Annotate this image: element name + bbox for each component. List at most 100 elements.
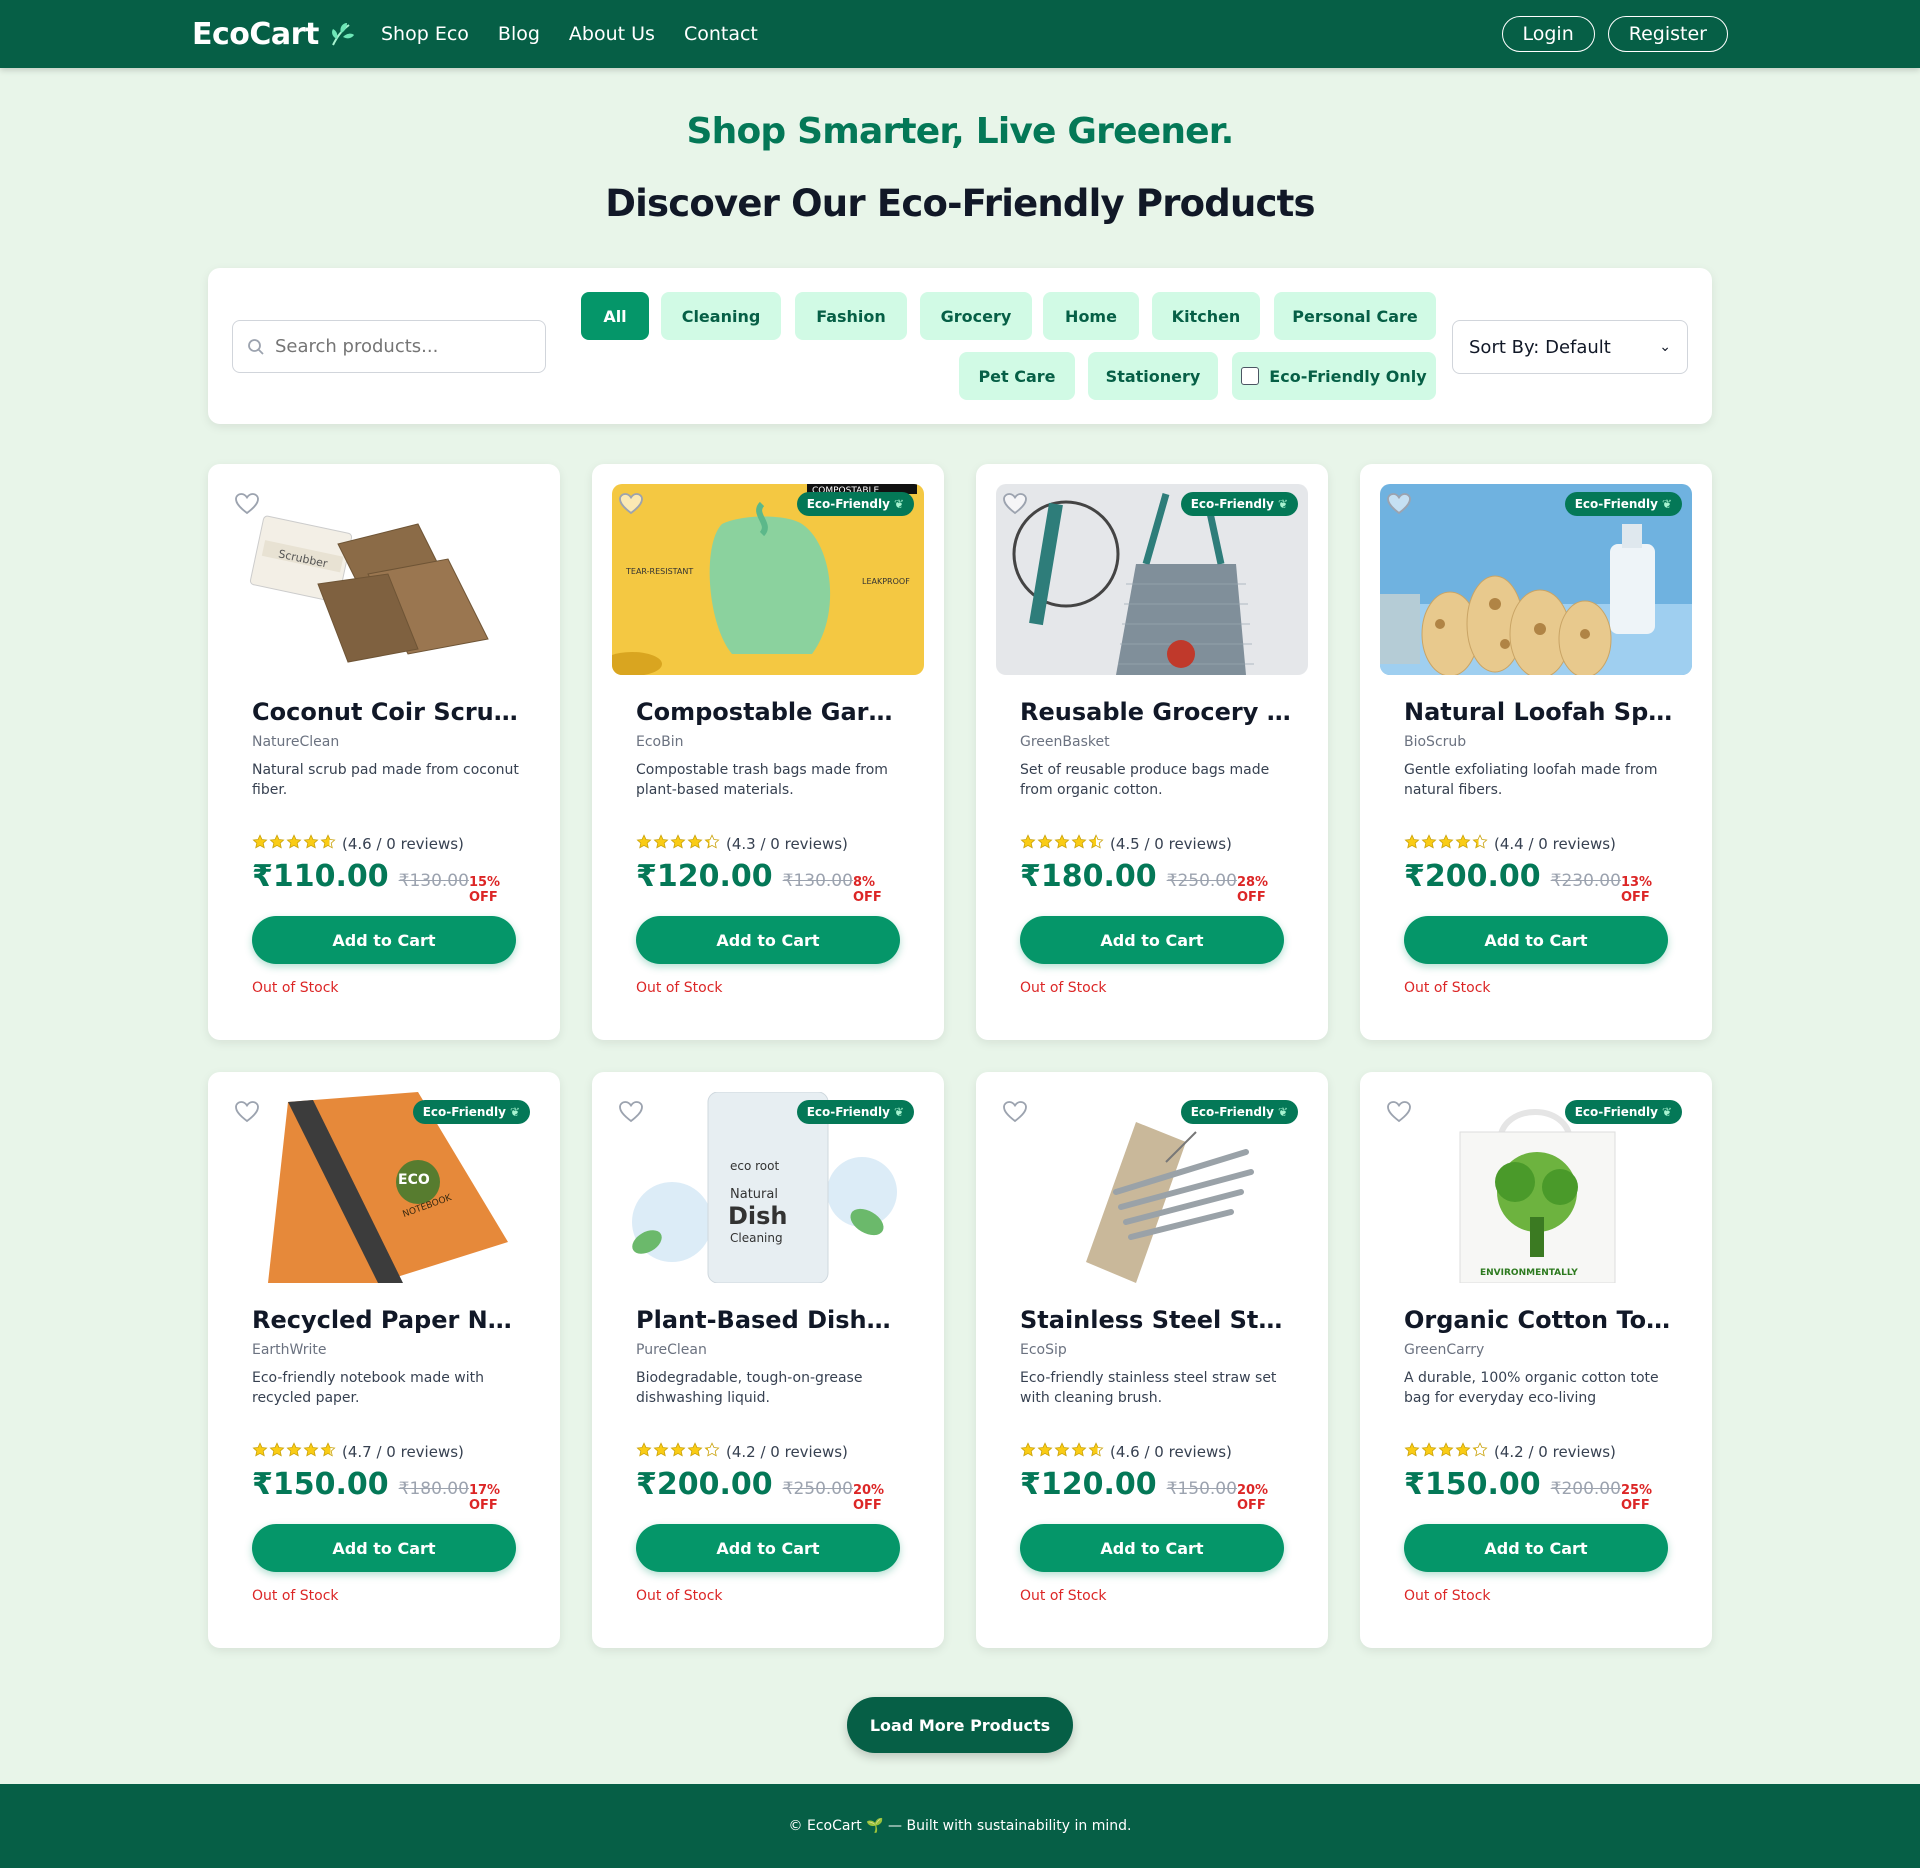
- category-chip-fashion[interactable]: Fashion: [795, 292, 907, 340]
- footer: © EcoCart 🌱 — Built with sustainability …: [0, 1784, 1920, 1868]
- star-icon: [704, 1442, 720, 1462]
- heart-icon[interactable]: [618, 1100, 644, 1124]
- product-card[interactable]: ECO NOTEBOOK Eco-Friendly ❦ Recycled Pape…: [208, 1072, 560, 1648]
- product-rating: (4.2 / 0 reviews): [636, 1442, 848, 1462]
- product-card[interactable]: Scrubber Coconut Coir Scrub ... NatureCl…: [208, 464, 560, 1040]
- product-name[interactable]: Natural Loofah Spon...: [1404, 698, 1676, 726]
- category-chip-home[interactable]: Home: [1043, 292, 1139, 340]
- heart-icon[interactable]: [1002, 492, 1028, 516]
- add-to-cart-button[interactable]: Add to Cart: [1020, 1524, 1284, 1572]
- product-name[interactable]: Compostable Garb...: [636, 698, 908, 726]
- star-icon: [704, 834, 720, 854]
- star-icon: [1421, 834, 1437, 854]
- product-rating: (4.4 / 0 reviews): [1404, 834, 1616, 854]
- product-brand: GreenBasket: [1020, 734, 1110, 750]
- product-brand: EcoBin: [636, 734, 684, 750]
- add-to-cart-button[interactable]: Add to Cart: [1020, 916, 1284, 964]
- heart-icon[interactable]: [1386, 1100, 1412, 1124]
- product-price: ₹200.00: [1404, 859, 1541, 894]
- leaf-icon: ❦: [509, 1105, 520, 1119]
- product-name[interactable]: Reusable Grocery M...: [1020, 698, 1292, 726]
- product-card[interactable]: Eco-Friendly ❦ Stainless Steel Stra... Ec…: [976, 1072, 1328, 1648]
- heart-icon[interactable]: [234, 1100, 260, 1124]
- category-chip-pet-care[interactable]: Pet Care: [959, 352, 1075, 400]
- product-brand: PureClean: [636, 1342, 707, 1358]
- eco-friendly-badge: Eco-Friendly ❦: [796, 492, 914, 516]
- svg-text:Natural: Natural: [730, 1187, 778, 1202]
- product-name[interactable]: Stainless Steel Stra...: [1020, 1306, 1292, 1334]
- category-chip-personal-care[interactable]: Personal Care: [1274, 292, 1436, 340]
- discount-badge: 20% OFF: [1236, 1483, 1269, 1513]
- category-chip-cleaning[interactable]: Cleaning: [661, 292, 781, 340]
- nav-blog[interactable]: Blog: [498, 20, 540, 48]
- add-to-cart-button[interactable]: Add to Cart: [1404, 916, 1668, 964]
- eco-only-checkbox[interactable]: [1241, 367, 1260, 385]
- product-price: ₹200.00: [636, 1467, 773, 1502]
- product-card[interactable]: eco root Natural Dish Cleaning Eco-Frien…: [592, 1072, 944, 1648]
- star-icon: [1404, 1442, 1420, 1462]
- product-price: ₹150.00: [1404, 1467, 1541, 1502]
- product-card[interactable]: Eco-Friendly ❦ Reusable Grocery M... Gree…: [976, 464, 1328, 1040]
- product-name[interactable]: Recycled Paper Not...: [252, 1306, 524, 1334]
- category-chip-all[interactable]: All: [581, 292, 649, 340]
- add-to-cart-button[interactable]: Add to Cart: [1404, 1524, 1668, 1572]
- nav-shop-eco[interactable]: Shop Eco: [381, 20, 469, 48]
- star-icon: [1455, 834, 1471, 854]
- add-to-cart-button[interactable]: Add to Cart: [636, 1524, 900, 1572]
- star-rating: [1404, 834, 1488, 854]
- eco-friendly-only-toggle[interactable]: Eco-Friendly Only: [1232, 352, 1436, 400]
- page-title: Discover Our Eco-Friendly Products: [605, 182, 1315, 225]
- hero-tagline: Shop Smarter, Live Greener.: [686, 111, 1235, 152]
- product-card[interactable]: Eco-Friendly❦ Natural Loofah Spon... Bio…: [1360, 464, 1712, 1040]
- star-icon: [1071, 834, 1087, 854]
- leaf-icon: ❦: [1277, 497, 1288, 511]
- star-icon: [1020, 1442, 1036, 1462]
- svg-text:Dish: Dish: [728, 1202, 788, 1230]
- add-to-cart-button[interactable]: Add to Cart: [252, 1524, 516, 1572]
- star-icon: [1020, 834, 1036, 854]
- brand-logo[interactable]: EcoCart: [192, 14, 357, 54]
- eco-badge-label: Eco-Friendly: [806, 497, 890, 511]
- discount-badge: 28% OFF: [1236, 875, 1269, 905]
- brand-name: EcoCart: [192, 16, 319, 52]
- product-card[interactable]: ENVIRONMENTALLY Eco-Friendly ❦ Organic Co…: [1360, 1072, 1712, 1648]
- product-name[interactable]: Organic Cotton Tote...: [1404, 1306, 1676, 1334]
- eco-friendly-badge: Eco-Friendly ❦: [1180, 492, 1298, 516]
- heart-icon[interactable]: [234, 492, 260, 516]
- search-input[interactable]: [275, 336, 535, 357]
- star-icon: [286, 834, 302, 854]
- add-to-cart-button[interactable]: Add to Cart: [252, 916, 516, 964]
- nav-about-us[interactable]: About Us: [569, 20, 655, 48]
- product-image[interactable]: Scrubber: [228, 484, 540, 675]
- stock-status: Out of Stock: [252, 1588, 339, 1604]
- eco-friendly-badge: Eco-Friendly ❦: [1564, 1100, 1682, 1124]
- add-to-cart-button[interactable]: Add to Cart: [636, 916, 900, 964]
- register-button[interactable]: Register: [1607, 16, 1728, 52]
- category-chip-kitchen[interactable]: Kitchen: [1152, 292, 1260, 340]
- star-icon: [1088, 834, 1104, 854]
- star-icon: [1071, 1442, 1087, 1462]
- category-chip-stationery[interactable]: Stationery: [1088, 352, 1218, 400]
- product-price: ₹120.00: [1020, 1467, 1157, 1502]
- product-name[interactable]: Plant-Based Dishw...: [636, 1306, 908, 1334]
- price-row: ₹150.00 ₹180.00 17% OFF: [252, 1467, 517, 1513]
- login-button[interactable]: Login: [1501, 16, 1595, 52]
- search-box[interactable]: [232, 320, 546, 373]
- original-price: ₹130.00: [782, 871, 853, 891]
- heart-icon[interactable]: [1386, 492, 1412, 516]
- star-rating: [636, 834, 720, 854]
- load-more-button[interactable]: Load More Products: [847, 1697, 1073, 1753]
- sort-select[interactable]: Sort By: Default ⌄: [1452, 320, 1688, 374]
- star-icon: [636, 834, 652, 854]
- heart-icon[interactable]: [1002, 1100, 1028, 1124]
- original-price: ₹200.00: [1550, 1479, 1621, 1499]
- sort-value: Sort By: Default: [1469, 336, 1611, 358]
- original-price: ₹230.00: [1550, 871, 1621, 891]
- product-rating: (4.6 / 0 reviews): [252, 834, 464, 854]
- category-chip-grocery[interactable]: Grocery: [920, 292, 1032, 340]
- product-card[interactable]: COMPOSTABLE TEAR-RESISTANT LEAKPROOF Eco…: [592, 464, 944, 1040]
- price-row: ₹110.00 ₹130.00 15% OFF: [252, 859, 517, 905]
- nav-contact[interactable]: Contact: [684, 20, 758, 48]
- product-name[interactable]: Coconut Coir Scrub ...: [252, 698, 524, 726]
- heart-icon[interactable]: [618, 492, 644, 516]
